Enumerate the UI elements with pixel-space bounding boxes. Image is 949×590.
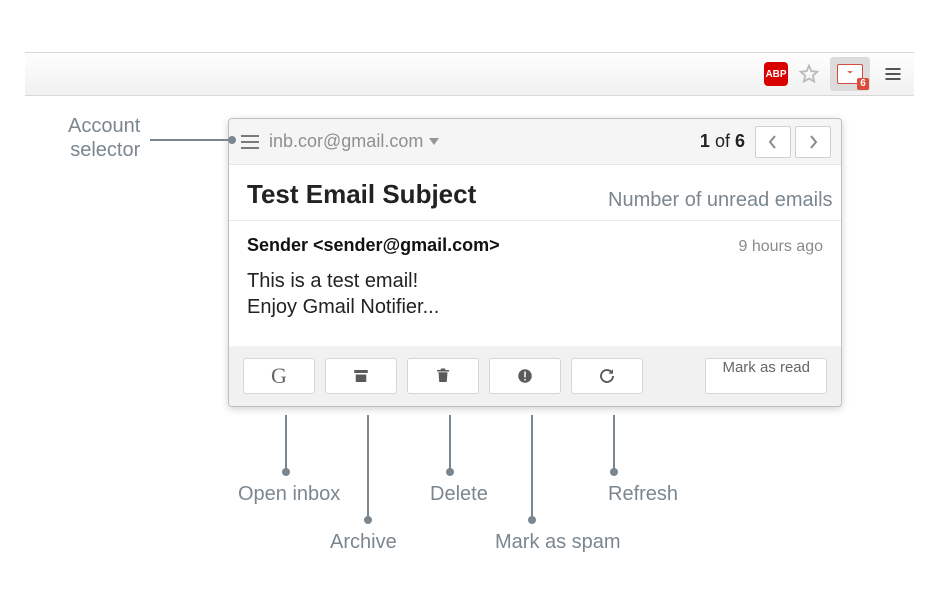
gmail-notifier-button[interactable]: 6 <box>830 57 870 91</box>
body-line-2: Enjoy Gmail Notifier... <box>247 294 823 320</box>
chevron-down-icon <box>429 138 439 145</box>
refresh-button[interactable] <box>571 358 643 394</box>
adblock-plus-icon[interactable]: ABP <box>764 62 788 86</box>
annotation-refresh: Refresh <box>608 482 678 506</box>
body-line-1: This is a test email! <box>247 268 823 294</box>
unread-count-badge: 6 <box>857 78 869 90</box>
email-body: This is a test email! Enjoy Gmail Notifi… <box>229 262 841 346</box>
open-inbox-button[interactable]: G <box>243 358 315 394</box>
delete-button[interactable] <box>407 358 479 394</box>
annotation-unread: Number of unread emails <box>608 188 833 212</box>
email-time: 9 hours ago <box>738 238 823 256</box>
account-selector[interactable]: inb.cor@gmail.com <box>269 131 439 152</box>
gmail-popup: inb.cor@gmail.com 1 of 6 Test Email Subj… <box>228 118 842 407</box>
annotation-archive: Archive <box>330 530 397 554</box>
email-counter: 1 of 6 <box>700 131 745 152</box>
annotation-delete: Delete <box>430 482 488 506</box>
annotation-account-selector: Account <box>68 115 140 137</box>
annotation-open-inbox: Open inbox <box>238 482 340 506</box>
meta-row: Sender <sender@gmail.com> 9 hours ago <box>229 221 841 262</box>
browser-menu-icon[interactable] <box>878 59 908 89</box>
action-bar: G Mark as read <box>229 346 841 406</box>
account-email: inb.cor@gmail.com <box>269 131 423 152</box>
archive-button[interactable] <box>325 358 397 394</box>
email-sender: Sender <sender@gmail.com> <box>247 235 738 256</box>
browser-toolbar: ABP 6 <box>25 52 914 96</box>
popup-header: inb.cor@gmail.com 1 of 6 <box>229 119 841 165</box>
mark-as-read-button[interactable]: Mark as read <box>705 358 827 394</box>
hamburger-icon[interactable] <box>241 135 259 149</box>
annotation-spam: Mark as spam <box>495 530 621 554</box>
mark-spam-button[interactable] <box>489 358 561 394</box>
prev-email-button[interactable] <box>755 126 791 158</box>
next-email-button[interactable] <box>795 126 831 158</box>
bookmark-star-icon[interactable] <box>796 61 822 87</box>
